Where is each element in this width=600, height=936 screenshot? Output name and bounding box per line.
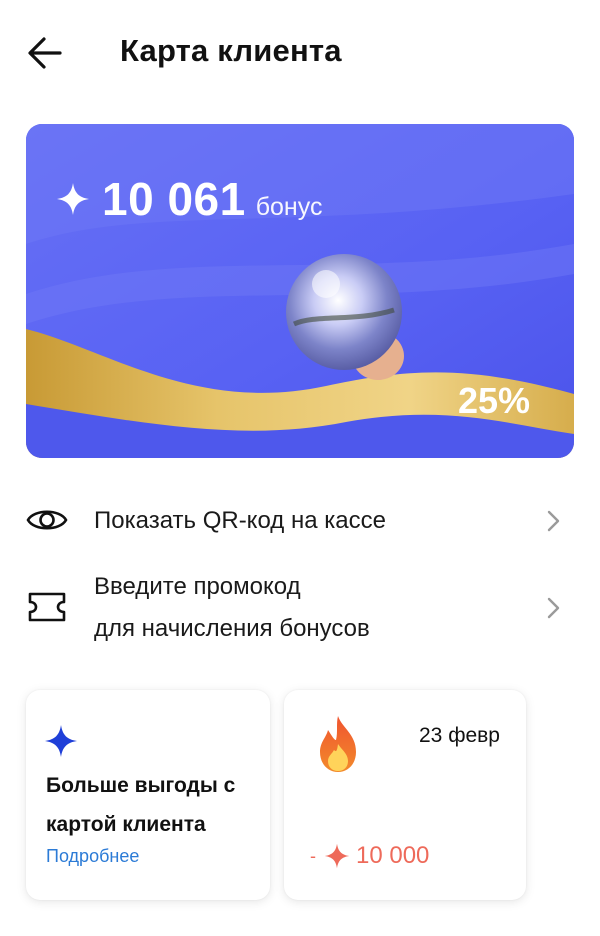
- amount-sign: -: [310, 845, 316, 866]
- benefits-title: Больше выгоды с картой клиента: [46, 774, 236, 836]
- ticket-icon: [28, 592, 66, 622]
- loyalty-card[interactable]: 10 061 бонус 25%: [26, 124, 574, 458]
- history-amount: - 10 000: [310, 842, 429, 870]
- chevron-right-icon: [547, 597, 560, 619]
- cashback-percent: 25%: [457, 380, 530, 421]
- more-link[interactable]: Подробнее: [46, 846, 139, 867]
- bonus-history-tile[interactable]: 23 февр - 10 000: [284, 690, 526, 900]
- promo-code-label-line1: Введите промокод: [94, 573, 301, 600]
- promo-code-row[interactable]: Введите промокод для начисления бонусов: [0, 566, 600, 652]
- promo-code-label-line2: для начисления бонусов: [94, 615, 370, 642]
- client-card-screen: Карта клиента 10 061 бонус 25% Показать …: [0, 0, 600, 936]
- bonus-balance: 10 061 бонус: [56, 172, 322, 226]
- show-qr-label: Показать QR-код на кассе: [94, 507, 386, 534]
- header: Карта клиента: [0, 0, 600, 105]
- show-qr-row[interactable]: Показать QR-код на кассе: [0, 498, 600, 544]
- fire-icon: [320, 716, 356, 772]
- page-title: Карта клиента: [120, 33, 342, 68]
- benefits-tile[interactable]: Больше выгоды с картой клиента Подробнее: [26, 690, 270, 900]
- arrow-left-icon: [28, 37, 62, 69]
- history-date: 23 февр: [419, 724, 500, 747]
- bonus-unit: бонус: [255, 193, 323, 221]
- eye-icon: [26, 510, 68, 530]
- back-button[interactable]: [22, 28, 72, 78]
- amount-value: 10 000: [356, 842, 430, 869]
- sparkle-icon: [57, 183, 89, 215]
- bonus-value: 10 061: [102, 173, 246, 225]
- chevron-right-icon: [547, 510, 560, 532]
- sparkle-icon: [324, 843, 350, 869]
- sparkle-icon: [45, 725, 77, 757]
